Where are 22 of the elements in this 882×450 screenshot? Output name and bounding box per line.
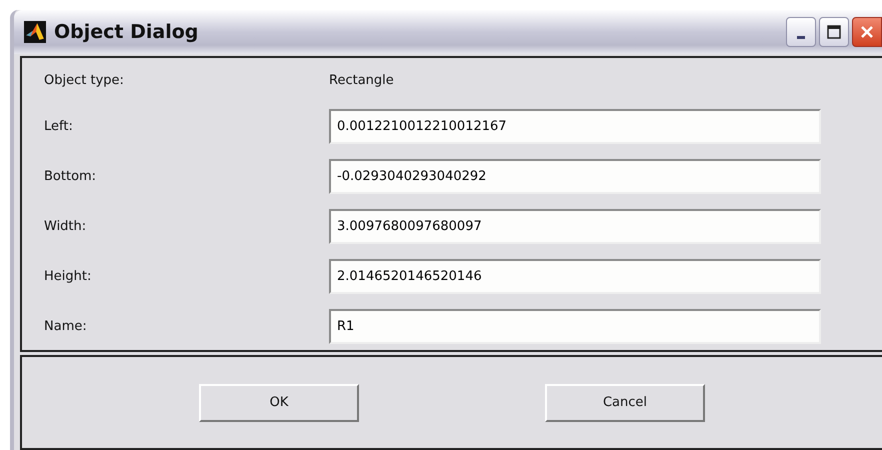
object-type-value: Rectangle <box>329 72 394 88</box>
field-label: Name: <box>43 318 88 334</box>
dialog-button[interactable]: OK <box>199 384 359 422</box>
close-button[interactable] <box>852 17 882 47</box>
maximize-button[interactable] <box>819 17 849 47</box>
input-field[interactable]: 0.0012210012210012167 <box>329 108 821 144</box>
input-field[interactable]: 3.0097680097680097 <box>329 208 821 244</box>
minimize-icon <box>797 36 805 38</box>
window-title: Object Dialog <box>54 21 200 43</box>
field-label: Object type: <box>43 72 125 88</box>
field-label: Bottom: <box>43 168 98 184</box>
app-icon <box>24 21 46 43</box>
field-label: Width: <box>43 218 88 234</box>
dialog-button[interactable]: Cancel <box>545 384 705 422</box>
minimize-button[interactable] <box>786 17 816 47</box>
field-label: Height: <box>43 268 92 284</box>
maximize-icon <box>827 25 841 39</box>
input-field[interactable]: -0.0293040293040292 <box>329 158 821 194</box>
input-field[interactable]: 2.0146520146520146 <box>329 258 821 294</box>
input-field[interactable]: R1 <box>329 308 821 344</box>
field-label: Left: <box>43 118 74 134</box>
close-icon <box>860 25 874 39</box>
